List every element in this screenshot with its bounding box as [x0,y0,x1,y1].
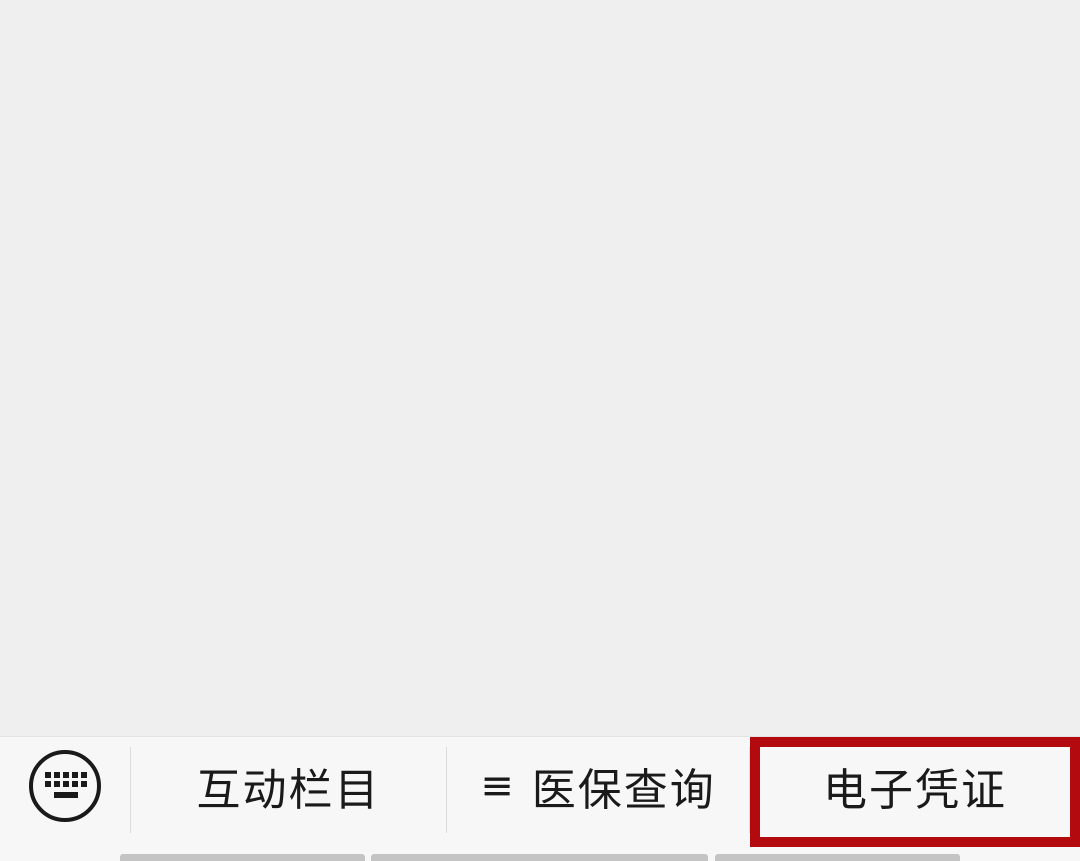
bottom-menu-bar: 互动栏目 ≡ 医保查询 电子凭证 [0,736,1080,861]
keyboard-icon [27,748,103,824]
menu-item-label: 医保查询 [531,765,716,816]
menu-item-label: 互动栏目 [196,765,381,816]
menu-item-interactive-columns[interactable]: 互动栏目 [131,737,446,835]
keyboard-toggle-button[interactable] [0,737,130,835]
page-indicator-bar [120,854,365,861]
submenu-list-icon: ≡ [480,763,514,809]
menu-item-electronic-voucher[interactable]: 电子凭证 [750,737,1080,835]
menu-item-label: 电子凭证 [823,765,1007,816]
chat-screen: 互动栏目 ≡ 医保查询 电子凭证 [0,0,1080,861]
message-area[interactable] [0,0,1080,736]
page-indicator-bar [371,854,708,861]
menu-item-medical-insurance-query[interactable]: ≡ 医保查询 [447,737,749,835]
page-indicator-bar [715,854,960,861]
